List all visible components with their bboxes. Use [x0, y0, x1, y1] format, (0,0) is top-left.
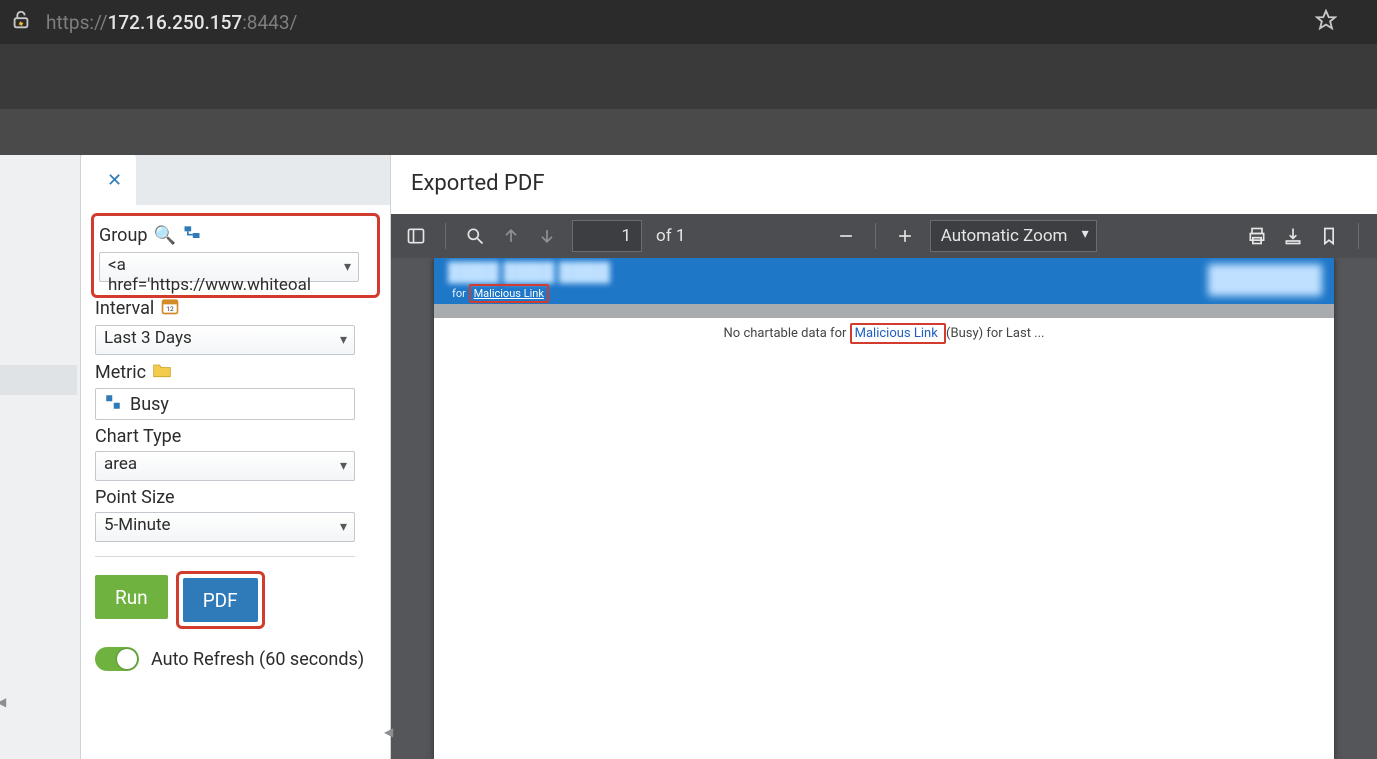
pdf-msg-post: (Busy) for Last ...: [946, 326, 1044, 341]
group-label: Group: [99, 225, 147, 246]
next-page-icon[interactable]: [536, 225, 558, 247]
app-header: [0, 44, 1377, 109]
sidebar-toggle-icon[interactable]: [405, 225, 427, 247]
chart-type-label-row: Chart Type: [95, 426, 376, 447]
insecure-lock-icon: [10, 9, 32, 35]
page-number-input[interactable]: [572, 220, 642, 252]
pdf-banner-subtitle: for Malicious Link: [452, 287, 549, 300]
metric-select[interactable]: Busy: [95, 388, 355, 420]
point-size-label: Point Size: [95, 487, 175, 508]
zoom-out-icon[interactable]: [835, 225, 857, 247]
malicious-link-1[interactable]: Malicious Link: [474, 287, 544, 300]
app-subheader: [0, 109, 1377, 155]
chart-type-value: area: [104, 454, 137, 474]
point-size-select[interactable]: 5-Minute: [95, 512, 355, 542]
prev-page-icon[interactable]: [500, 225, 522, 247]
pdf-button-highlight: PDF: [180, 575, 261, 625]
url-host: 172.16.250.157: [108, 11, 243, 34]
svg-text:12: 12: [167, 305, 175, 313]
folder-icon[interactable]: [152, 361, 172, 384]
metric-value: Busy: [130, 394, 169, 415]
browser-address-bar: https:// 172.16.250.157 :8443/: [0, 0, 1377, 44]
tab-active[interactable]: ✕: [81, 155, 136, 205]
pdf-banner-logo: [1208, 264, 1322, 296]
left-rail: ◀: [0, 155, 81, 759]
collapse-panel-icon[interactable]: ◀: [384, 725, 393, 739]
pdf-banner: ████ ████ ████ for Malicious Link: [434, 258, 1334, 304]
zoom-in-icon[interactable]: [894, 225, 916, 247]
point-size-value: 5-Minute: [104, 515, 171, 535]
print-icon[interactable]: [1246, 225, 1268, 247]
content-area: Exported PDF of 1: [391, 155, 1377, 759]
point-size-label-row: Point Size: [95, 487, 376, 508]
group-label-row: Group 🔍: [99, 223, 372, 248]
tab-strip: ✕: [81, 155, 390, 205]
auto-refresh-row: Auto Refresh (60 seconds): [95, 647, 376, 671]
group-block-highlight: Group 🔍 <a href='https://www.whiteoal: [95, 217, 376, 294]
interval-select[interactable]: Last 3 Days: [95, 325, 355, 355]
search-icon[interactable]: [464, 225, 486, 247]
workspace: ◀ ✕ Group 🔍: [0, 155, 1377, 759]
panel-resizer[interactable]: ◀: [390, 155, 391, 759]
pdf-link-highlight: Malicious Link: [469, 284, 549, 303]
pdf-gray-bar: [434, 304, 1334, 318]
run-button[interactable]: Run: [95, 575, 168, 619]
pdf-msg-pre: No chartable data for: [724, 326, 850, 341]
pdf-banner-title: ████ ████ ████: [448, 262, 610, 283]
collapse-left-icon[interactable]: ◀: [0, 695, 6, 709]
url-scheme: https://: [46, 11, 108, 34]
metric-item-icon: [104, 393, 122, 415]
interval-label-row: Interval 12: [95, 296, 376, 321]
server-icon[interactable]: [182, 223, 202, 248]
pdf-page: ████ ████ ████ for Malicious Link No cha…: [434, 258, 1334, 759]
url-port: :8443/: [242, 11, 297, 34]
pdf-message: No chartable data for Malicious Link (Bu…: [434, 318, 1334, 361]
url-input[interactable]: https:// 172.16.250.157 :8443/: [40, 7, 1307, 38]
chart-type-select[interactable]: area: [95, 451, 355, 481]
left-rail-item[interactable]: [0, 365, 77, 395]
pdf-button[interactable]: PDF: [183, 578, 258, 622]
search-icon[interactable]: 🔍: [153, 225, 175, 246]
auto-refresh-toggle[interactable]: [95, 647, 139, 671]
bookmark-star-icon[interactable]: [1315, 9, 1337, 35]
divider: [95, 556, 355, 557]
bookmark-icon[interactable]: [1318, 225, 1340, 247]
malicious-link-2[interactable]: Malicious Link: [855, 326, 938, 341]
metric-label-row: Metric: [95, 361, 376, 384]
pdf-page-area[interactable]: ████ ████ ████ for Malicious Link No cha…: [391, 258, 1377, 759]
pdf-toolbar: of 1 Automatic Zoom: [391, 214, 1377, 258]
config-panel-column: ✕ Group 🔍 <a href='https://www.whiteoal: [81, 155, 390, 759]
config-panel: Group 🔍 <a href='https://www.whiteoal In…: [81, 205, 390, 759]
group-select-value: <a href='https://www.whiteoal: [108, 255, 311, 295]
page-total: of 1: [656, 226, 685, 246]
close-icon[interactable]: ✕: [107, 170, 122, 191]
calendar-icon[interactable]: 12: [160, 296, 180, 321]
pdf-for-text: for: [452, 287, 466, 300]
pdf-msg-link-highlight: Malicious Link: [850, 323, 946, 344]
metric-label: Metric: [95, 362, 146, 383]
page-title: Exported PDF: [391, 155, 1377, 214]
download-icon[interactable]: [1282, 225, 1304, 247]
chart-type-label: Chart Type: [95, 426, 181, 447]
interval-label: Interval: [95, 298, 154, 319]
group-select[interactable]: <a href='https://www.whiteoal: [99, 252, 359, 282]
auto-refresh-label: Auto Refresh (60 seconds): [151, 649, 364, 670]
pdf-viewer: of 1 Automatic Zoom: [391, 214, 1377, 759]
zoom-select[interactable]: Automatic Zoom: [930, 220, 1097, 252]
button-row: Run PDF: [95, 575, 376, 625]
interval-value: Last 3 Days: [104, 328, 192, 348]
